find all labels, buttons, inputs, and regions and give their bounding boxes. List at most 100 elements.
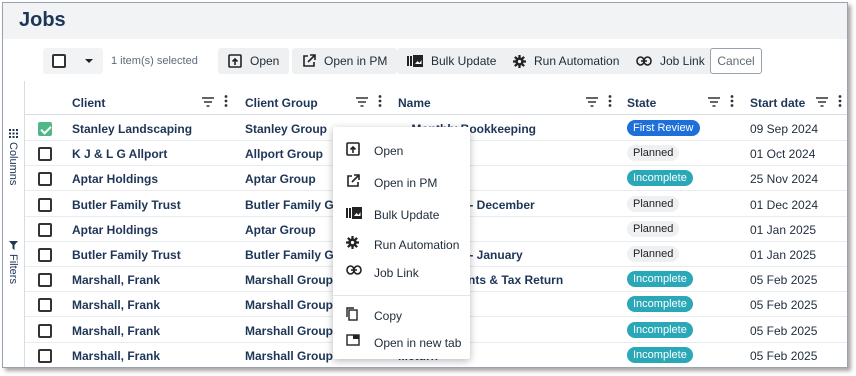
filters-tab[interactable]: Filters <box>7 241 19 284</box>
toolbar: 1 item(s) selected Open Open in PM Bulk … <box>3 43 847 75</box>
row-checkbox[interactable] <box>38 348 52 363</box>
row-checkbox[interactable] <box>38 122 52 136</box>
job-link-button[interactable]: Job Link <box>626 48 715 74</box>
menu-item-label: Open in PM <box>374 176 438 190</box>
filter-icon[interactable] <box>202 94 214 112</box>
column-header-client-group[interactable]: Client Group <box>245 96 318 110</box>
client-group-header-tools <box>356 94 382 112</box>
start-date-cell: 25 Nov 2024 <box>750 172 819 187</box>
start-date-cell: 01 Jan 2025 <box>750 248 817 262</box>
client-cell: Butler Family Trust <box>72 248 181 262</box>
context-menu: Open Open in PM Bulk Update Run Automati… <box>333 127 470 359</box>
row-checkbox[interactable] <box>38 172 52 187</box>
row-checkbox[interactable] <box>38 222 52 237</box>
client-cell: Aptar Holdings <box>72 172 158 187</box>
status-badge: Planned <box>627 246 680 262</box>
page-title: Jobs <box>19 9 66 31</box>
status-badge: Incomplete <box>627 321 693 338</box>
kebab-menu-icon[interactable] <box>608 94 612 112</box>
client-cell: Marshall, Frank <box>72 323 161 338</box>
grid-header: Client Client Group Name State Start dat… <box>25 87 847 115</box>
row-checkbox[interactable] <box>38 273 52 288</box>
menu-separator <box>333 295 470 296</box>
start-date-cell: 05 Feb 2025 <box>750 348 818 363</box>
client-cell: Stanley Landscaping <box>72 122 193 136</box>
kebab-menu-icon[interactable] <box>224 94 228 112</box>
bulk-update-icon <box>407 54 423 68</box>
kebab-menu-icon[interactable] <box>730 94 734 112</box>
start-date-cell: 01 Jan 2025 <box>750 222 817 237</box>
start-date-cell: 05 Feb 2025 <box>750 323 818 338</box>
new-tab-icon <box>346 334 360 349</box>
job-link-button-label: Job Link <box>660 54 705 68</box>
menu-item-job-link[interactable]: Job Link <box>333 259 470 285</box>
external-link-icon <box>346 174 360 191</box>
column-header-start-date[interactable]: Start date <box>750 96 805 110</box>
open-in-pm-button[interactable]: Open in PM <box>292 48 398 74</box>
client-cell: K J & L G Allport <box>72 147 168 162</box>
column-header-state[interactable]: State <box>627 96 656 110</box>
status-badge: Planned <box>627 195 680 212</box>
client-cell: Marshall, Frank <box>72 348 161 363</box>
open-icon <box>228 54 242 68</box>
client-cell: Aptar Holdings <box>72 222 158 237</box>
row-checkbox[interactable] <box>38 323 52 338</box>
select-all-checkbox[interactable] <box>52 54 66 68</box>
filter-icon[interactable] <box>816 94 828 112</box>
status-badge: Planned <box>627 220 680 237</box>
client-cell: Butler Family Trust <box>72 197 181 212</box>
menu-item-label: Job Link <box>374 266 419 280</box>
columns-tab[interactable]: Columns <box>7 129 19 185</box>
open-button[interactable]: Open <box>218 48 290 74</box>
jobs-window: Jobs 1 item(s) selected Open Open in PM … <box>2 2 848 368</box>
bulk-update-button[interactable]: Bulk Update <box>397 48 507 74</box>
state-header-tools <box>708 94 734 112</box>
link-icon <box>636 56 652 66</box>
filter-icon[interactable] <box>708 94 720 112</box>
kebab-menu-icon[interactable] <box>378 94 382 112</box>
menu-item-copy[interactable]: Copy <box>333 302 470 328</box>
start-date-cell: 05 Feb 2025 <box>750 273 818 288</box>
menu-item-label: Bulk Update <box>374 208 440 222</box>
selected-count: 1 item(s) selected <box>111 55 198 67</box>
row-checkbox[interactable] <box>38 298 52 313</box>
client-cell: Marshall, Frank <box>72 273 161 288</box>
menu-item-open-in-new-tab[interactable]: Open in new tab <box>333 329 470 355</box>
filter-icon[interactable] <box>586 94 598 112</box>
menu-item-label: Run Automation <box>374 238 460 252</box>
status-badge: Incomplete <box>627 296 693 313</box>
start-date-cell: 01 Oct 2024 <box>750 147 816 162</box>
columns-icon <box>7 129 19 138</box>
start-date-header-tools <box>816 94 842 112</box>
status-badge: Incomplete <box>627 346 693 363</box>
copy-icon <box>346 307 358 324</box>
chevron-down-icon[interactable] <box>85 59 93 63</box>
filter-icon[interactable] <box>356 94 368 112</box>
start-date-cell: 09 Sep 2024 <box>750 122 819 136</box>
menu-item-run-automation[interactable]: Run Automation <box>333 231 470 257</box>
menu-item-label: Open in new tab <box>374 336 462 350</box>
menu-item-label: Open <box>374 144 404 158</box>
column-header-client[interactable]: Client <box>72 96 105 110</box>
run-automation-button[interactable]: Run Automation <box>503 48 630 74</box>
open-in-pm-button-label: Open in PM <box>324 54 388 68</box>
menu-item-open[interactable]: Open <box>333 137 470 163</box>
page-header: Jobs <box>3 3 847 39</box>
side-panel: Columns Filters <box>3 81 25 367</box>
external-link-icon <box>302 54 316 68</box>
kebab-menu-icon[interactable] <box>838 94 842 112</box>
row-checkbox[interactable] <box>38 197 52 212</box>
column-header-name[interactable]: Name <box>398 96 431 110</box>
gear-icon <box>346 236 359 252</box>
menu-item-open-in-pm[interactable]: Open in PM <box>333 169 470 195</box>
cancel-button[interactable]: Cancel <box>710 48 762 74</box>
select-all-group <box>43 48 103 74</box>
name-header-tools <box>586 94 612 112</box>
filter-icon <box>7 241 19 250</box>
client-cell: Marshall, Frank <box>72 298 161 313</box>
status-badge: Incomplete <box>627 170 693 187</box>
menu-item-bulk-update[interactable]: Bulk Update <box>333 201 470 227</box>
start-date-cell: 05 Feb 2025 <box>750 298 818 313</box>
row-checkbox[interactable] <box>38 147 52 162</box>
row-checkbox[interactable] <box>38 248 52 262</box>
